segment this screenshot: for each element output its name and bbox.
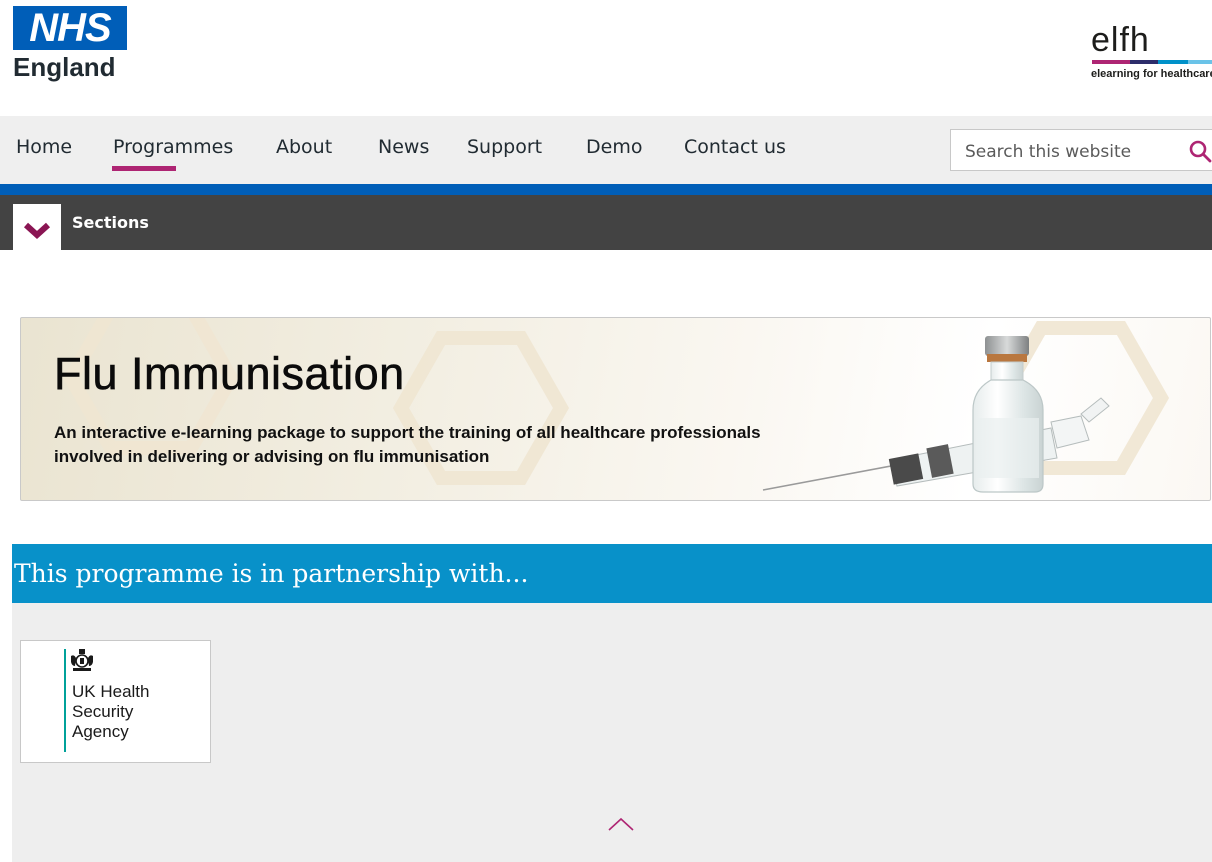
nav-demo[interactable]: Demo xyxy=(586,136,642,158)
banner-description: An interactive e-learning package to sup… xyxy=(54,423,761,466)
royal-crest-icon xyxy=(71,649,93,671)
nav-active-indicator xyxy=(112,166,176,171)
partner-card-ukhsa[interactable]: UK Health Security Agency xyxy=(20,640,211,763)
banner-title: Flu Immunisation xyxy=(54,348,405,400)
nav-home[interactable]: Home xyxy=(16,136,72,158)
partner-name: UK Health Security Agency xyxy=(72,682,202,742)
elfh-wordmark: elfh xyxy=(1091,22,1150,59)
elfh-logo[interactable]: elfh elearning for healthcare xyxy=(1090,22,1212,80)
sections-bar: Sections xyxy=(0,195,1212,250)
chevron-down-icon xyxy=(23,222,51,240)
nav-news[interactable]: News xyxy=(378,136,429,158)
header-divider xyxy=(0,184,1212,195)
nav-contact-us[interactable]: Contact us xyxy=(684,136,786,158)
partner-name-line: UK Health xyxy=(72,682,150,701)
partner-name-line: Agency xyxy=(72,722,129,741)
search-input[interactable] xyxy=(963,138,1177,166)
nav-programmes[interactable]: Programmes xyxy=(113,136,233,158)
ukhsa-logo-rule xyxy=(64,649,66,752)
nhs-england-logo[interactable]: NHS England xyxy=(13,6,127,82)
main-navigation: Home Programmes About News Support Demo … xyxy=(0,116,1212,184)
programme-banner: Flu Immunisation An interactive e-learni… xyxy=(20,317,1211,501)
chevron-up-icon[interactable] xyxy=(606,815,636,833)
partnership-heading: This programme is in partnership with... xyxy=(12,544,1212,603)
elfh-tagline: elearning for healthcare xyxy=(1091,68,1212,80)
search-icon[interactable] xyxy=(1188,139,1212,163)
nav-support[interactable]: Support xyxy=(467,136,542,158)
partner-name-line: Security xyxy=(72,702,134,721)
partners-panel: UK Health Security Agency xyxy=(12,603,1212,862)
sections-label[interactable]: Sections xyxy=(72,213,149,232)
nav-about[interactable]: About xyxy=(276,136,332,158)
elfh-colour-bar xyxy=(1092,60,1212,64)
nhs-logo-mark: NHS xyxy=(13,6,127,50)
sections-toggle-button[interactable] xyxy=(13,204,61,250)
site-header: NHS England elfh elearning for healthcar… xyxy=(0,0,1212,116)
vaccine-vial-and-syringe-image xyxy=(762,336,1110,493)
site-search xyxy=(950,129,1212,171)
nhs-logo-region: England xyxy=(13,52,116,82)
